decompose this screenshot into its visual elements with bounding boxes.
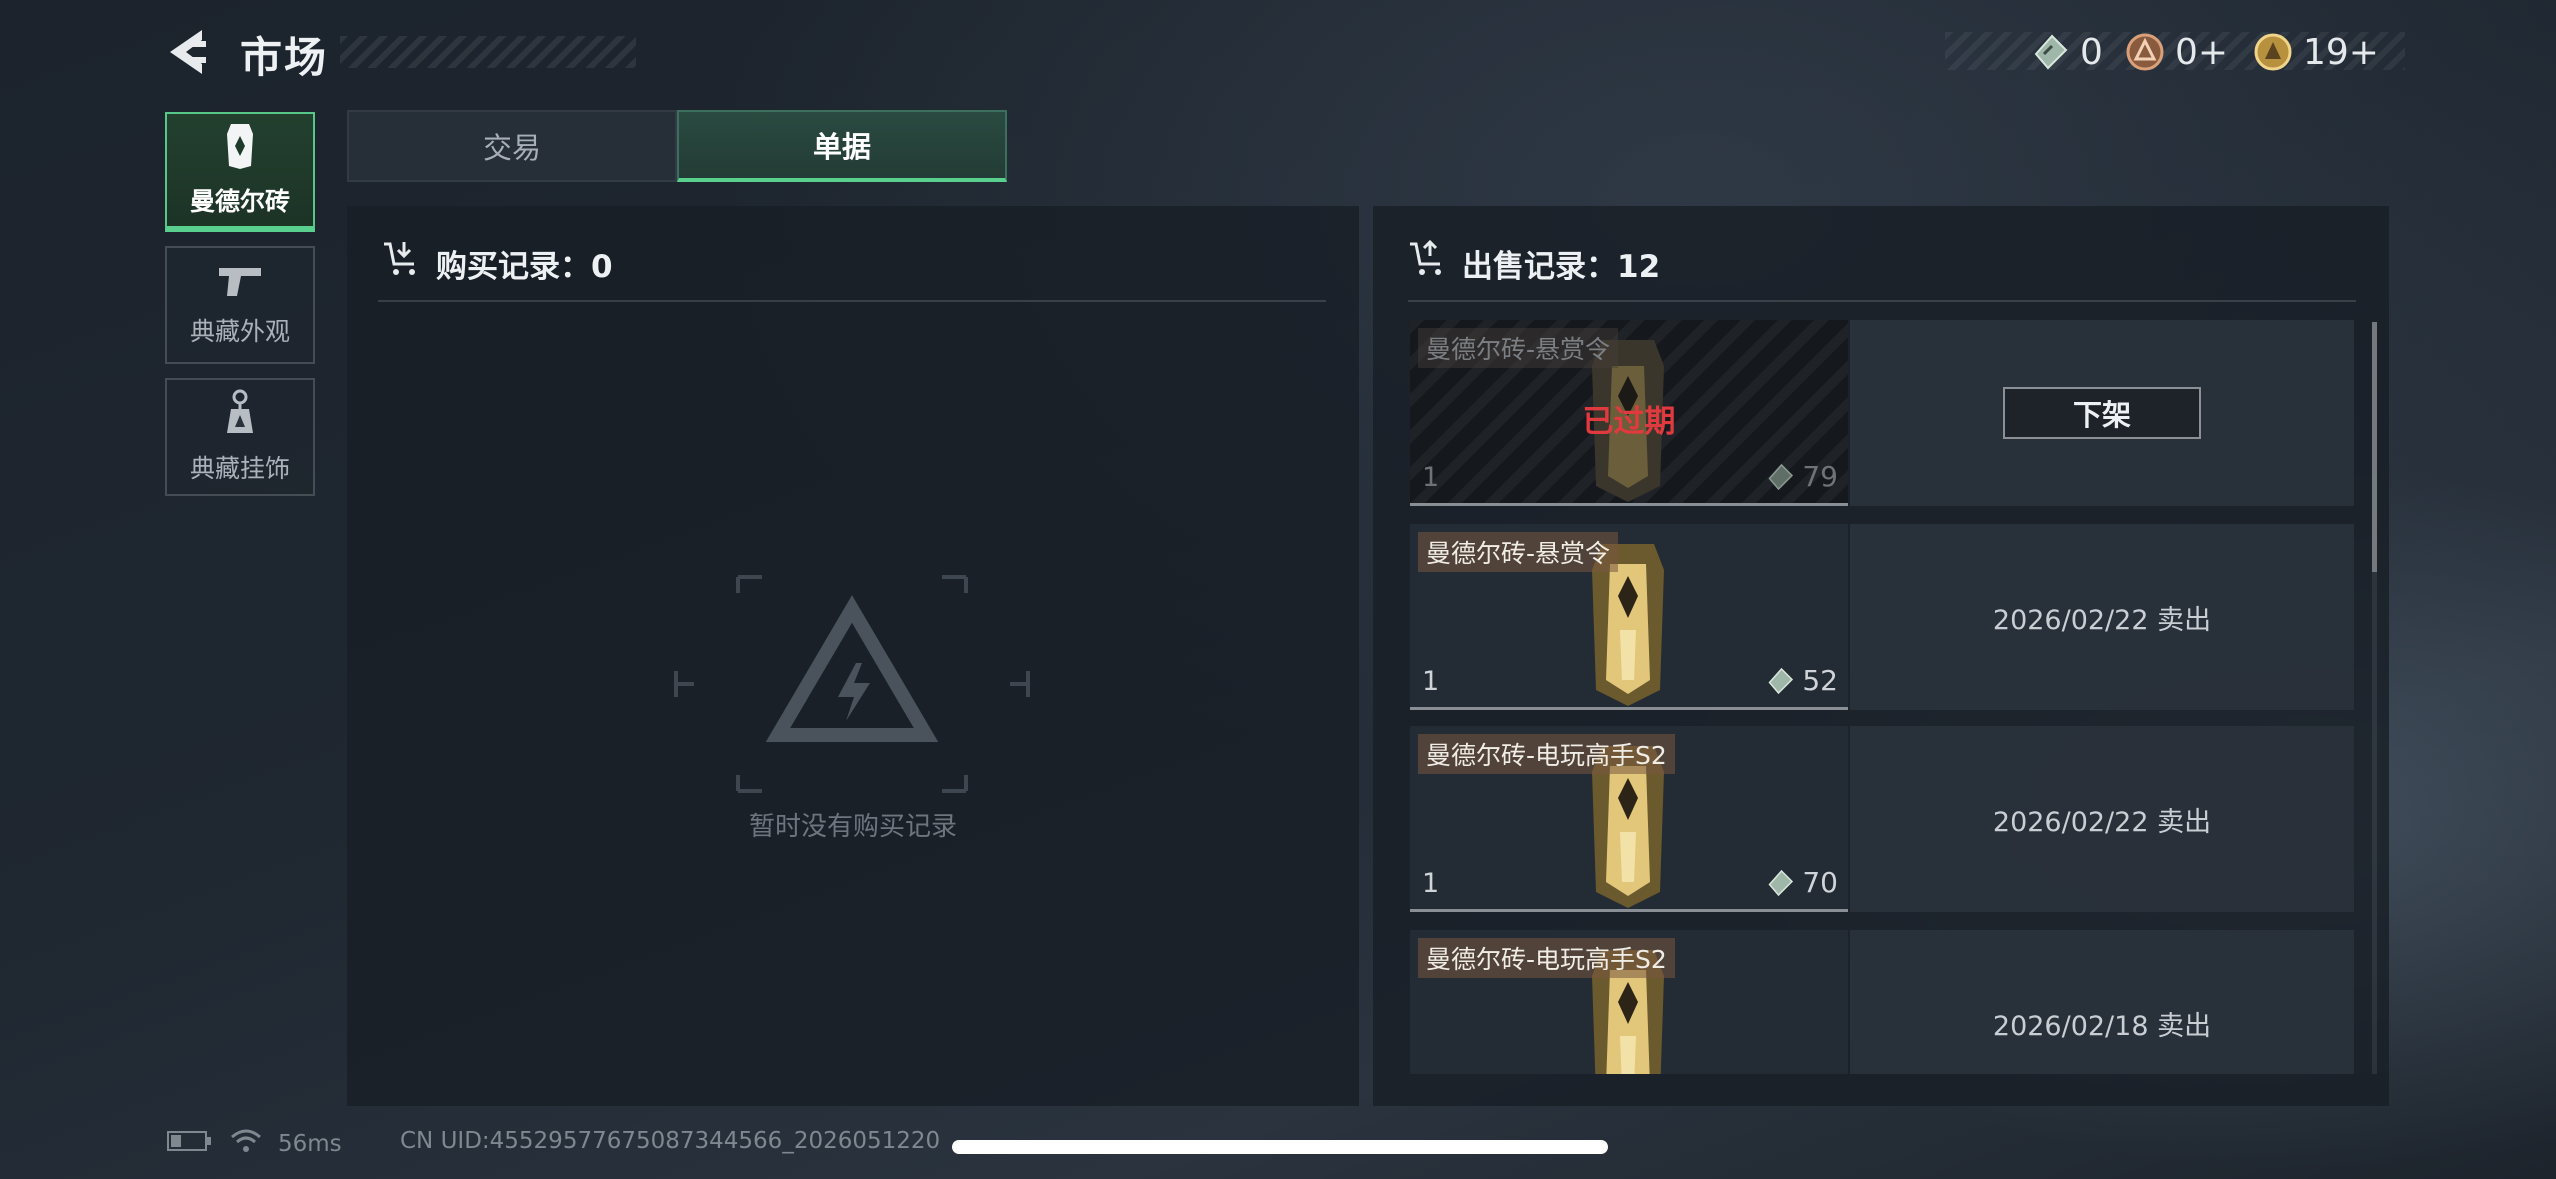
list-item[interactable]: 曼德尔砖-悬赏令 1 52 2026/02/22 卖出 <box>1410 524 2354 710</box>
item-price: 70 <box>1764 866 1838 899</box>
currency-gold[interactable]: 19+ <box>2253 28 2379 76</box>
gold-coin-icon <box>2253 32 2293 72</box>
item-quantity: 1 <box>1422 666 1440 697</box>
item-quantity: 1 <box>1422 462 1440 493</box>
item-card[interactable]: 曼德尔砖-悬赏令 已过期 1 79 <box>1410 320 1848 506</box>
sidebar-item-mandel-brick[interactable]: 曼德尔砖 <box>165 112 315 232</box>
currency-ticket[interactable]: 0 <box>2030 28 2103 76</box>
home-indicator[interactable] <box>952 1140 1608 1154</box>
empty-logo-icon <box>674 575 1030 793</box>
price-value: 70 <box>1802 866 1838 899</box>
list-item[interactable]: 曼德尔砖-悬赏令 已过期 1 79 下架 <box>1410 320 2354 506</box>
tab-label: 交易 <box>482 131 541 165</box>
item-name: 曼德尔砖-悬赏令 <box>1418 328 1619 368</box>
currency-value: 19+ <box>2303 31 2379 73</box>
back-button[interactable] <box>160 22 220 82</box>
title-decoration <box>340 36 636 68</box>
price-value: 79 <box>1802 460 1838 493</box>
ticket-icon <box>2030 32 2070 72</box>
item-price: 52 <box>1764 664 1838 697</box>
ticket-icon <box>1768 667 1794 694</box>
item-name: 曼德尔砖-电玩高手S2 <box>1418 938 1675 978</box>
purchase-divider <box>378 300 1326 302</box>
list-item[interactable]: 曼德尔砖-电玩高手S2 1 70 2026/02/22 卖出 <box>1410 726 2354 912</box>
sale-records-header: 出售记录：12 <box>1408 239 1661 286</box>
scrollbar-thumb[interactable] <box>2372 322 2377 572</box>
sidebar-item-label: 典藏外观 <box>189 317 290 346</box>
item-status: 2026/02/18 卖出 <box>1850 930 2354 1074</box>
sale-divider <box>1408 300 2356 302</box>
sale-list[interactable]: 曼德尔砖-悬赏令 已过期 1 79 下架 曼德尔砖-悬赏令 1 52 2026/… <box>1410 320 2354 1074</box>
tab-label: 单据 <box>812 130 871 164</box>
item-price: 79 <box>1764 460 1838 493</box>
mandel-brick-icon <box>225 122 255 174</box>
back-arrow-icon <box>170 30 206 74</box>
battery-icon <box>166 1129 212 1159</box>
sidebar-item-collection-skins[interactable]: 典藏外观 <box>165 246 315 364</box>
sale-records-title: 出售记录：12 <box>1462 248 1661 285</box>
currency-value: 0+ <box>2175 31 2229 73</box>
item-status: 2026/02/22 卖出 <box>1850 726 2354 912</box>
delist-button[interactable]: 下架 <box>2003 387 2201 439</box>
item-card[interactable]: 曼德尔砖-电玩高手S2 <box>1410 930 1848 1074</box>
bronze-coin-icon <box>2125 32 2165 72</box>
item-name: 曼德尔砖-悬赏令 <box>1418 532 1619 572</box>
cart-download-icon <box>382 240 422 286</box>
expired-badge: 已过期 <box>1582 404 1676 440</box>
sidebar-item-label: 曼德尔砖 <box>189 187 290 216</box>
item-status: 下架 <box>1850 320 2354 506</box>
price-value: 52 <box>1802 664 1838 697</box>
list-item[interactable]: 曼德尔砖-电玩高手S2 2026/02/18 卖出 <box>1410 930 2354 1074</box>
tab-orders[interactable]: 单据 <box>677 110 1007 182</box>
item-name: 曼德尔砖-电玩高手S2 <box>1418 734 1675 774</box>
empty-state-logo <box>670 575 1034 793</box>
ticket-icon <box>1768 869 1794 896</box>
page-title: 市场 <box>240 33 329 82</box>
charm-icon <box>223 389 257 441</box>
sidebar-item-collection-charms[interactable]: 典藏挂饰 <box>165 378 315 496</box>
cart-upload-icon <box>1408 239 1448 286</box>
purchase-records-header: 购买记录：0 <box>382 240 613 286</box>
pistol-icon <box>215 262 265 304</box>
ping-value: 56ms <box>278 1131 342 1157</box>
empty-state-text: 暂时没有购买记录 <box>748 812 957 842</box>
item-status: 2026/02/22 卖出 <box>1850 524 2354 710</box>
tab-trade[interactable]: 交易 <box>347 110 677 182</box>
currency-value: 0 <box>2080 31 2103 73</box>
status-indicators: 56ms <box>166 1128 342 1160</box>
currency-bronze[interactable]: 0+ <box>2125 28 2228 76</box>
wifi-icon <box>230 1128 262 1160</box>
ticket-icon <box>1768 463 1794 490</box>
item-card[interactable]: 曼德尔砖-电玩高手S2 1 70 <box>1410 726 1848 912</box>
sidebar-item-label: 典藏挂饰 <box>189 454 290 483</box>
uid-text: CN UID:4552957767508734456​6_2026051220 <box>400 1128 941 1154</box>
purchase-records-title: 购买记录：0 <box>436 248 613 285</box>
item-quantity: 1 <box>1422 868 1440 899</box>
item-card[interactable]: 曼德尔砖-悬赏令 1 52 <box>1410 524 1848 710</box>
